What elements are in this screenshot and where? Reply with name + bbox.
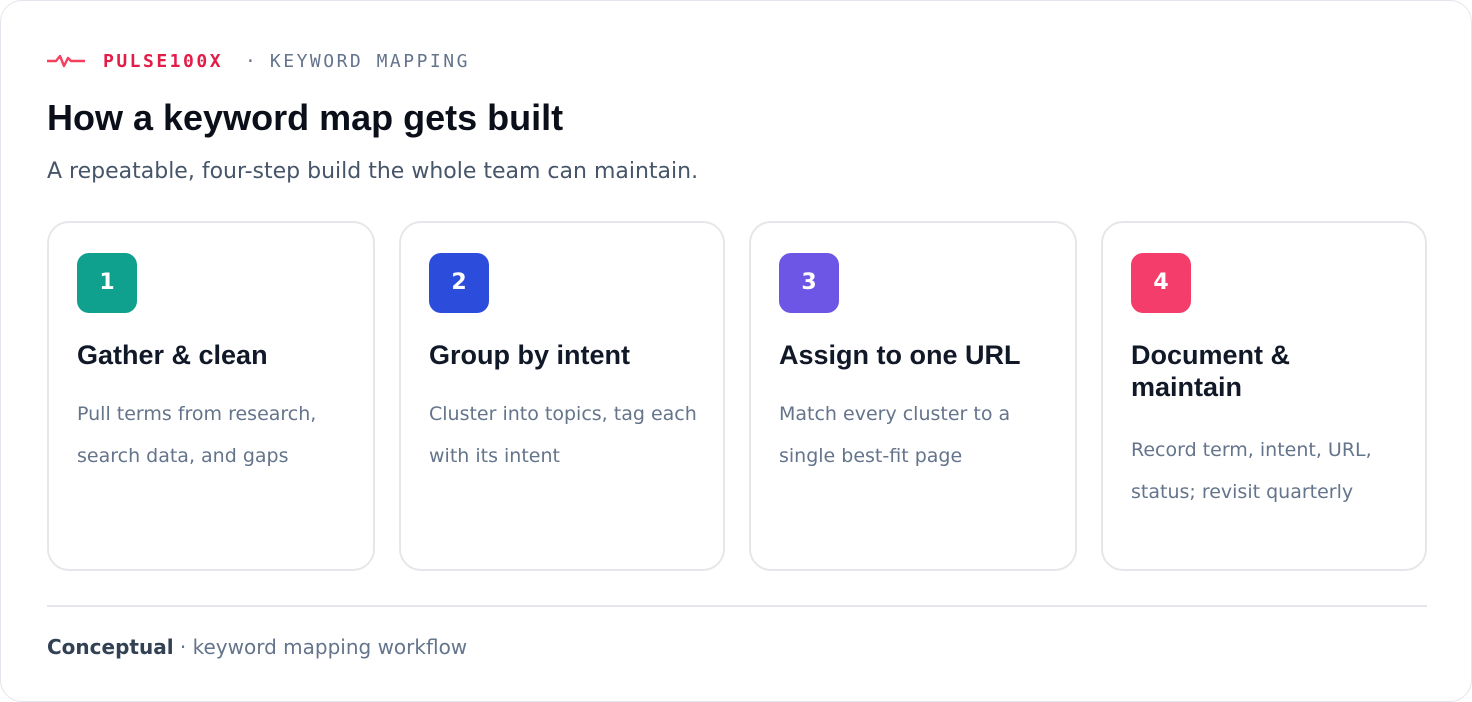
step-card-4: 4 Document & maintain Record term, inten… (1101, 221, 1427, 571)
step-card-1: 1 Gather & clean Pull terms from researc… (47, 221, 375, 571)
step-title: Assign to one URL (779, 340, 1021, 370)
step-title: Document & maintain (1131, 340, 1291, 402)
diagram-card: PULSE100X · KEYWORD MAPPING How a keywor… (0, 0, 1472, 702)
brand-header: PULSE100X · KEYWORD MAPPING (47, 49, 470, 73)
step-title: Group by intent (429, 340, 630, 370)
brand-section-label: KEYWORD MAPPING (269, 50, 470, 72)
step-description: Pull terms from research, search data, a… (77, 403, 317, 467)
step-title: Gather & clean (77, 340, 268, 370)
step-number-badge: 4 (1131, 253, 1191, 313)
pulse-icon (47, 54, 85, 68)
footer-text: keyword mapping workflow (192, 635, 468, 659)
page-title: How a keyword map gets built (47, 97, 564, 138)
page-subtitle: A repeatable, four-step build the whole … (47, 159, 699, 184)
footer-separator: · (179, 635, 187, 659)
step-card-3: 3 Assign to one URL Match every cluster … (749, 221, 1077, 571)
step-description: Record term, intent, URL, status; revisi… (1131, 439, 1372, 503)
brand-separator: · (245, 50, 256, 72)
step-description: Match every cluster to a single best-fit… (779, 403, 1011, 467)
step-number-badge: 3 (779, 253, 839, 313)
footer-caption: Conceptual · keyword mapping workflow (47, 635, 467, 659)
brand-name: PULSE100X (103, 50, 224, 72)
footer-divider (47, 605, 1427, 607)
step-number-badge: 2 (429, 253, 489, 313)
step-number-badge: 1 (77, 253, 137, 313)
step-card-2: 2 Group by intent Cluster into topics, t… (399, 221, 725, 571)
step-description: Cluster into topics, tag each with its i… (429, 403, 697, 467)
footer-label: Conceptual (47, 635, 174, 659)
